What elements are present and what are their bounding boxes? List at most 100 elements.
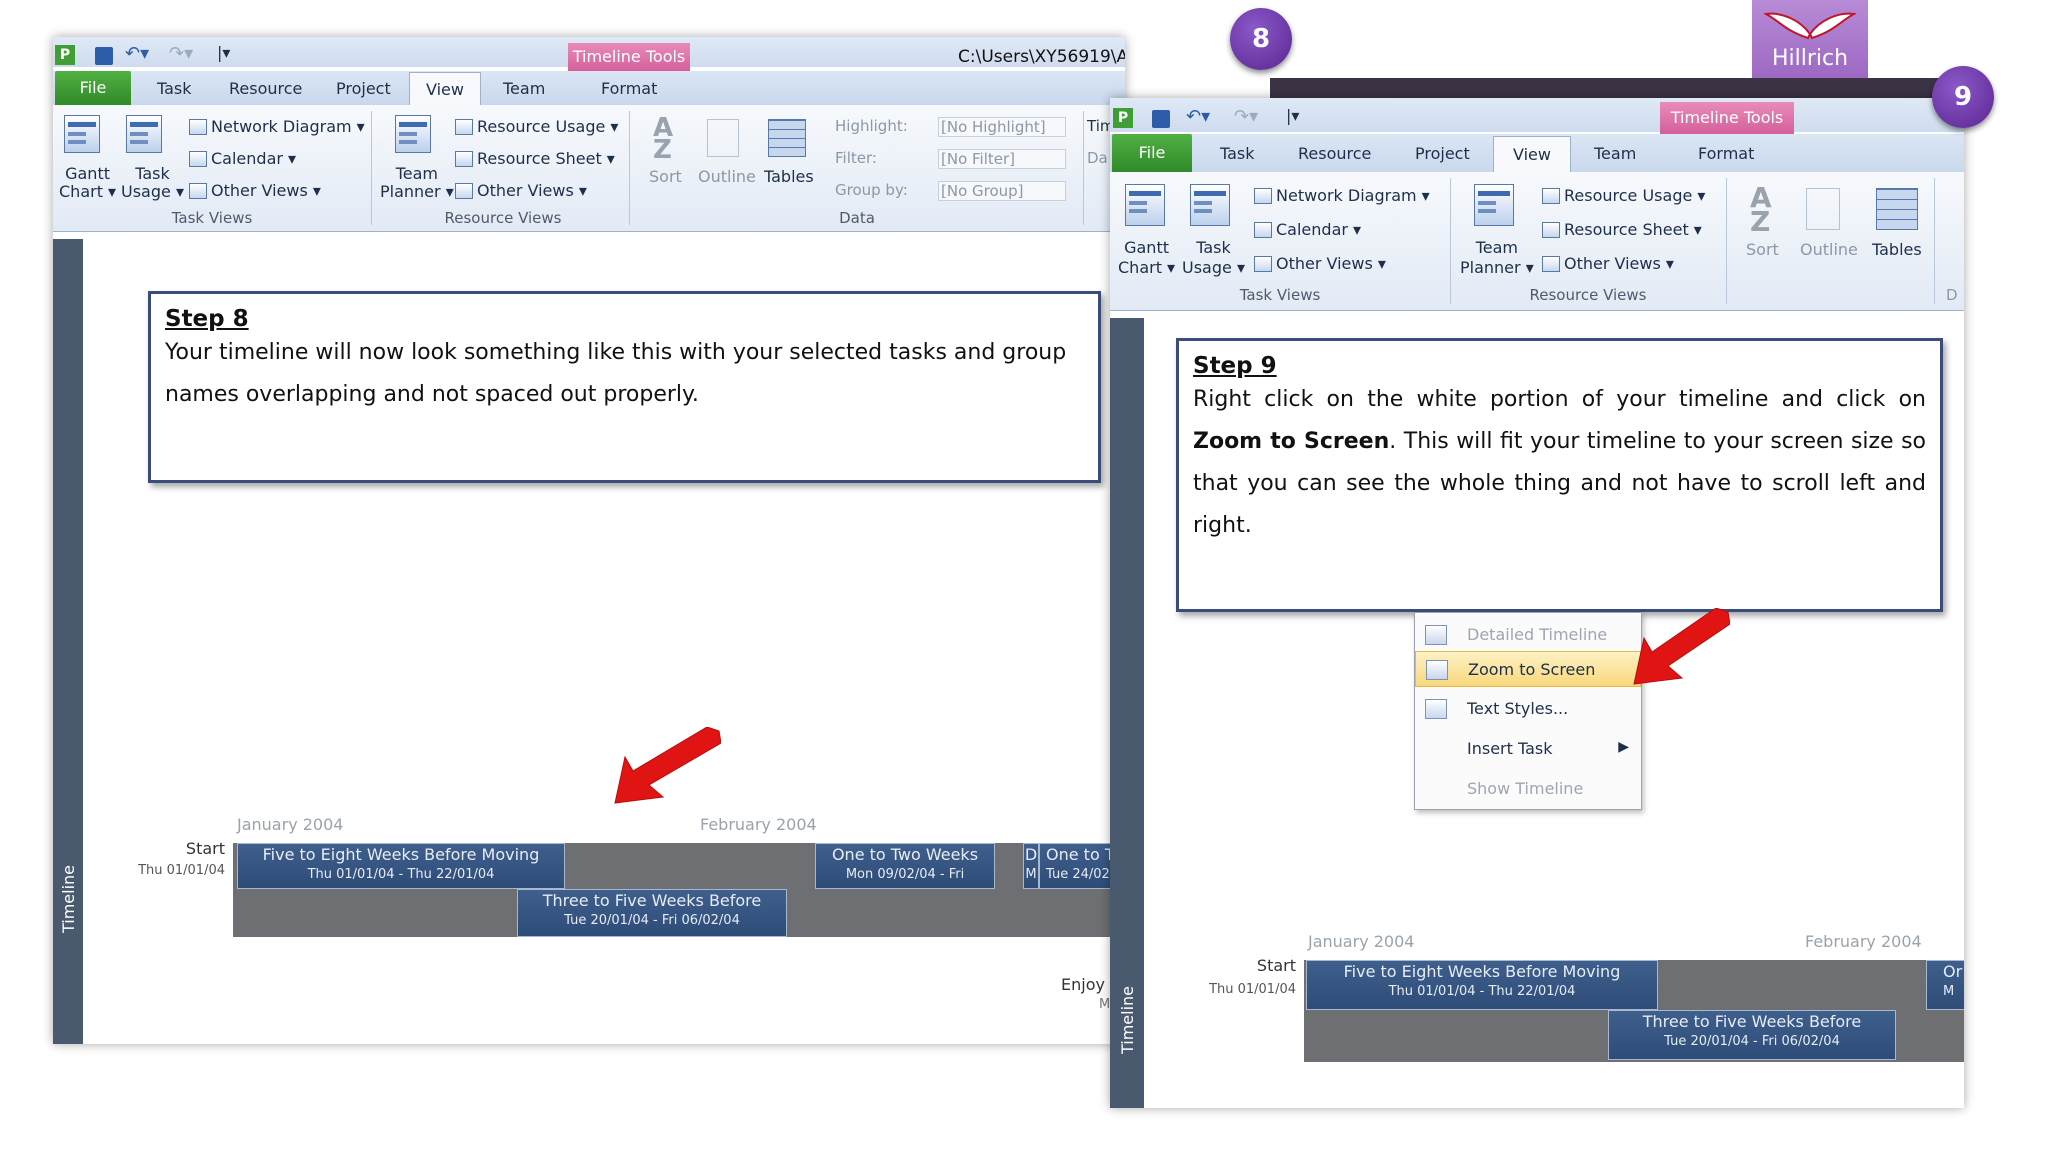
month-february: February 2004 bbox=[700, 815, 817, 834]
team-planner-icon bbox=[1474, 184, 1514, 226]
other-views-resource-button[interactable]: Other Views ▾ bbox=[1542, 254, 1674, 273]
tab-task[interactable]: Task bbox=[157, 79, 192, 98]
redo-icon[interactable]: ↷▾ bbox=[169, 43, 193, 64]
month-january: January 2004 bbox=[237, 815, 344, 834]
step8-title: Step 8 bbox=[165, 306, 249, 332]
resource-usage-button[interactable]: Resource Usage ▾ bbox=[1542, 186, 1705, 205]
menu-item-zoom-to-screen[interactable]: Zoom to Screen bbox=[1415, 651, 1641, 687]
resource-sheet-icon bbox=[1542, 222, 1560, 238]
team-planner-button[interactable]: Team Planner ▾ bbox=[1460, 238, 1534, 278]
group-data: Data bbox=[839, 209, 875, 227]
tab-file[interactable]: File bbox=[1112, 134, 1192, 172]
timeline-tools-label: Timeline Tools bbox=[1660, 102, 1794, 134]
calendar-button[interactable]: Calendar ▾ bbox=[1254, 220, 1361, 239]
redo-icon[interactable]: ↷▾ bbox=[1234, 106, 1258, 127]
timeline-task[interactable]: Or M bbox=[1926, 960, 1964, 1010]
highlight-dropdown[interactable]: [No Highlight] bbox=[938, 117, 1066, 137]
start-label: Start bbox=[1256, 956, 1296, 975]
step-badge-8: 8 bbox=[1230, 8, 1292, 70]
hillrich-wings-icon bbox=[1764, 12, 1856, 40]
outline-icon bbox=[707, 119, 739, 157]
save-icon[interactable] bbox=[95, 47, 113, 65]
network-diagram-button[interactable]: Network Diagram ▾ bbox=[1254, 186, 1430, 205]
tab-resource[interactable]: Resource bbox=[1298, 144, 1371, 163]
undo-icon[interactable]: ↶▾ bbox=[125, 43, 149, 64]
menu-item-text-styles[interactable]: Text Styles... bbox=[1415, 691, 1641, 727]
tab-project[interactable]: Project bbox=[336, 79, 391, 98]
gantt-chart-button[interactable]: Gantt Chart ▾ bbox=[1118, 238, 1175, 278]
timeline-label: Timeline bbox=[59, 864, 78, 933]
other-views-task-button[interactable]: Other Views ▾ bbox=[189, 181, 321, 200]
customize-qat-icon[interactable]: |▾ bbox=[1286, 106, 1299, 125]
other-views-task-button[interactable]: Other Views ▾ bbox=[1254, 254, 1386, 273]
resource-sheet-icon bbox=[455, 151, 473, 167]
menu-item-detailed-timeline[interactable]: Detailed Timeline bbox=[1415, 617, 1641, 653]
tab-view[interactable]: View bbox=[1493, 136, 1571, 173]
step9-text: Right click on the white portion of your… bbox=[1193, 387, 1926, 538]
filter-dropdown[interactable]: [No Filter] bbox=[938, 149, 1066, 169]
task-usage-button[interactable]: Task Usage ▾ bbox=[121, 165, 184, 201]
tab-file[interactable]: File bbox=[55, 71, 131, 105]
filter-label: Filter: bbox=[835, 149, 877, 167]
timeline-task[interactable]: One to Two Weeks Mon 09/02/04 - Fri bbox=[815, 843, 995, 889]
project-app-icon: P bbox=[1113, 108, 1133, 128]
tab-view[interactable]: View bbox=[409, 72, 481, 106]
save-icon[interactable] bbox=[1152, 110, 1170, 128]
groupby-dropdown[interactable]: [No Group] bbox=[938, 181, 1066, 201]
outline-button[interactable]: Outline bbox=[1800, 240, 1858, 259]
step-badge-9: 9 bbox=[1932, 66, 1994, 128]
outline-button[interactable]: Outline bbox=[698, 167, 756, 186]
task-usage-icon bbox=[1190, 184, 1230, 226]
timeline-task[interactable]: Three to Five Weeks Before Tue 20/01/04 -… bbox=[517, 889, 787, 937]
step9-title: Step 9 bbox=[1193, 353, 1277, 379]
customize-qat-icon[interactable]: |▾ bbox=[217, 43, 230, 62]
m-cut-label: M bbox=[1099, 997, 1111, 1012]
undo-icon[interactable]: ↶▾ bbox=[1186, 106, 1210, 127]
tab-format[interactable]: Format bbox=[1698, 144, 1754, 163]
team-planner-button[interactable]: Team Planner ▾ bbox=[380, 165, 454, 201]
timeline-tools-label: Timeline Tools bbox=[568, 43, 690, 71]
detailed-timeline-icon bbox=[1425, 625, 1447, 645]
calendar-button[interactable]: Calendar ▾ bbox=[189, 149, 296, 168]
task-usage-button[interactable]: Task Usage ▾ bbox=[1182, 238, 1245, 278]
step8-instruction-box: Step 8 Your timeline will now look somet… bbox=[148, 291, 1101, 483]
tab-task[interactable]: Task bbox=[1220, 144, 1255, 163]
resource-sheet-button[interactable]: Resource Sheet ▾ bbox=[455, 149, 615, 168]
other-views-resource-button[interactable]: Other Views ▾ bbox=[455, 181, 587, 200]
ribbon-view: Gantt Chart ▾ Task Usage ▾ Network Diagram… bbox=[53, 105, 1125, 232]
other-views-resource-icon bbox=[455, 183, 473, 199]
timeline-task[interactable]: Five to Eight Weeks Before Moving Thu 01/… bbox=[1306, 960, 1658, 1010]
resource-usage-button[interactable]: Resource Usage ▾ bbox=[455, 117, 618, 136]
dark-window-frame bbox=[1270, 78, 1960, 100]
task-usage-icon bbox=[126, 115, 162, 153]
groupby-label: Group by: bbox=[835, 181, 908, 199]
tab-team[interactable]: Team bbox=[1594, 144, 1636, 163]
other-views-icon bbox=[189, 183, 207, 199]
text-styles-icon bbox=[1425, 699, 1447, 719]
network-diagram-button[interactable]: Network Diagram ▾ bbox=[189, 117, 365, 136]
start-date: Thu 01/01/04 bbox=[138, 863, 225, 878]
resource-sheet-button[interactable]: Resource Sheet ▾ bbox=[1542, 220, 1702, 239]
menu-item-show-timeline[interactable]: Show Timeline bbox=[1415, 771, 1641, 807]
quick-access-toolbar: P ↶▾ ↷▾ |▾ Timeline Tools bbox=[1110, 98, 1964, 134]
start-label: Start bbox=[185, 839, 225, 858]
tab-format[interactable]: Format bbox=[601, 79, 657, 98]
gantt-chart-button[interactable]: Gantt Chart ▾ bbox=[59, 165, 116, 201]
timeline-task[interactable]: Five to Eight Weeks Before Moving Thu 01/… bbox=[237, 843, 565, 889]
tables-button[interactable]: Tables bbox=[1872, 240, 1922, 259]
left-screenshot: P ↶▾ ↷▾ |▾ Timeline Tools C:\Users\XY569… bbox=[53, 37, 1125, 1044]
timeline-label: Timeline bbox=[1118, 985, 1137, 1054]
team-planner-icon bbox=[395, 115, 431, 153]
logo-text: Hillrich bbox=[1771, 46, 1849, 71]
timeline-task[interactable]: Three to Five Weeks Before Tue 20/01/04 -… bbox=[1608, 1010, 1896, 1060]
tables-button[interactable]: Tables bbox=[764, 167, 814, 186]
outline-icon bbox=[1806, 188, 1840, 230]
tab-project[interactable]: Project bbox=[1415, 144, 1470, 163]
menu-item-insert-task[interactable]: Insert Task ▶ bbox=[1415, 731, 1641, 767]
timeline-task[interactable]: DM bbox=[1023, 843, 1039, 889]
sort-button[interactable]: Sort bbox=[649, 167, 682, 186]
group-resource-views: Resource Views bbox=[444, 209, 562, 227]
tab-resource[interactable]: Resource bbox=[229, 79, 302, 98]
tab-team[interactable]: Team bbox=[503, 79, 545, 98]
sort-button[interactable]: Sort bbox=[1746, 240, 1779, 259]
